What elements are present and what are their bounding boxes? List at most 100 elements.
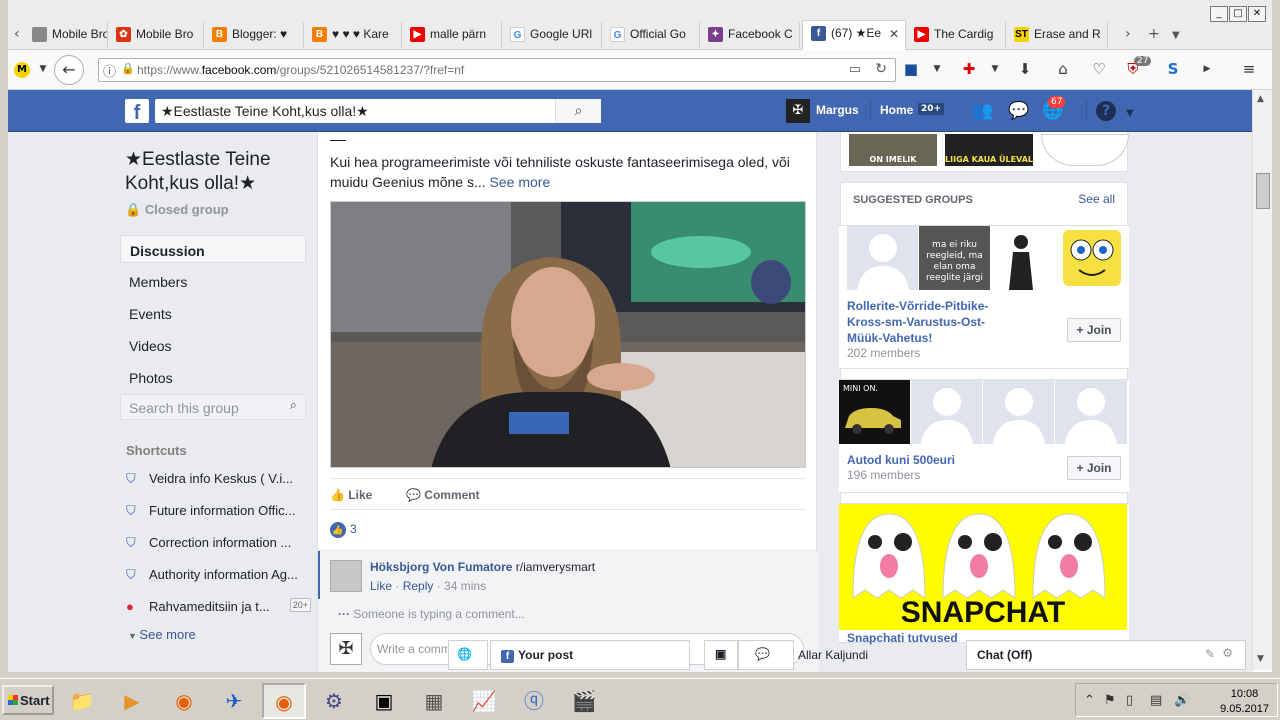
group-search-input[interactable]: Search this group ⌕ bbox=[120, 394, 306, 420]
compose-icon[interactable]: ✎ bbox=[1205, 647, 1215, 661]
device-icon[interactable]: ▯ bbox=[1126, 693, 1133, 708]
scroll-up-icon[interactable]: ▲ bbox=[1257, 94, 1264, 104]
tab-1[interactable]: ✿ Mobile Bro bbox=[108, 22, 204, 48]
messages-icon[interactable]: 💬 bbox=[1008, 101, 1029, 121]
file-explorer-icon[interactable]: 📁 bbox=[60, 683, 104, 719]
firefox-icon[interactable]: ◉ bbox=[162, 683, 206, 719]
nav-photos[interactable]: Photos bbox=[120, 363, 306, 391]
tabs-scroll-right-icon[interactable]: › bbox=[1125, 26, 1131, 42]
vertical-scrollbar[interactable]: ▲ ▼ bbox=[1252, 90, 1272, 670]
photo-thumb[interactable]: ON IMELIK bbox=[849, 134, 937, 166]
reload-icon[interactable]: ↻ bbox=[875, 61, 887, 77]
shortcut-item[interactable]: ⛉ Future information Offic... bbox=[126, 502, 311, 522]
save-icon[interactable]: ■ bbox=[902, 60, 920, 78]
nav-videos[interactable]: Videos bbox=[120, 331, 306, 359]
nav-discussion[interactable]: Discussion bbox=[120, 235, 306, 263]
addon-m-icon[interactable]: M bbox=[14, 62, 30, 78]
privacy-globe-icon[interactable]: 🌐 bbox=[448, 640, 488, 670]
network-icon[interactable]: ▤ bbox=[1150, 693, 1162, 708]
tab-list-icon[interactable]: ▼ bbox=[1172, 30, 1180, 41]
tab-3[interactable]: B ♥ ♥ ♥ Kare bbox=[304, 22, 402, 48]
close-window-button[interactable]: ✕ bbox=[1248, 6, 1266, 22]
tab-5[interactable]: G Google URl bbox=[502, 22, 602, 48]
shortcut-item[interactable]: ⛉ Veidra info Keskus ( V.i... bbox=[126, 470, 311, 490]
media-player-icon[interactable]: ▶ bbox=[110, 683, 154, 719]
tab-0[interactable]: Mobile Bro bbox=[24, 22, 108, 48]
calculator-icon[interactable]: ▦ bbox=[412, 683, 456, 719]
new-tab-icon[interactable]: + bbox=[1148, 26, 1160, 42]
system-clock[interactable]: 10:08 9.05.2017 bbox=[1220, 687, 1269, 717]
tray-expand-icon[interactable]: ⌃ bbox=[1084, 693, 1095, 708]
profile-name-link[interactable]: Margus bbox=[816, 103, 859, 117]
tab-9[interactable]: ▶ The Cardig bbox=[906, 22, 1006, 48]
comment-reply-link[interactable]: Reply bbox=[403, 579, 434, 593]
reader-view-icon[interactable]: ▭ bbox=[849, 62, 861, 77]
youtube-addon-icon[interactable]: ▶ bbox=[1198, 60, 1216, 78]
thunderbird-icon[interactable]: ✈ bbox=[212, 683, 256, 719]
url-bar[interactable]: ⓘ 🔒 https://www.facebook.com/groups/5210… bbox=[98, 58, 896, 82]
facebook-search-input[interactable]: ★Eestlaste Teine Koht,kus olla!★ ⌕ bbox=[155, 99, 601, 123]
tabs-scroll-left-icon[interactable]: ‹ bbox=[14, 26, 20, 42]
start-button[interactable]: Start bbox=[2, 685, 54, 715]
qbittorrent-icon[interactable]: ⓠ bbox=[512, 683, 556, 719]
home-icon[interactable]: ⌂ bbox=[1054, 60, 1072, 78]
see-more-link[interactable]: ▼ See more bbox=[128, 627, 196, 642]
action-center-flag-icon[interactable]: ⚑ bbox=[1104, 693, 1116, 708]
close-tab-icon[interactable]: ✕ bbox=[889, 27, 899, 41]
join-group-button[interactable]: + Join bbox=[1067, 318, 1121, 342]
video-editor-icon[interactable]: 🎬 bbox=[562, 683, 606, 719]
comment-like-link[interactable]: Like bbox=[370, 579, 392, 593]
friend-requests-icon[interactable]: 👥 bbox=[972, 101, 993, 121]
volume-icon[interactable]: 🔊 bbox=[1174, 693, 1190, 708]
like-button[interactable]: 👍 Like bbox=[330, 488, 372, 502]
dropdown-icon[interactable]: ▼ bbox=[34, 60, 52, 78]
tab-2[interactable]: B Blogger: ♥ bbox=[204, 22, 304, 48]
account-menu-icon[interactable]: ▼ bbox=[1126, 104, 1134, 124]
dropdown-icon[interactable]: ▼ bbox=[986, 60, 1004, 78]
likes-summary[interactable]: 👍 3 bbox=[330, 522, 357, 538]
post-photo[interactable] bbox=[330, 201, 806, 468]
tab-7[interactable]: ✦ Facebook C bbox=[700, 22, 800, 48]
group-card[interactable]: ma ei riku reegleid, ma elan oma reeglit… bbox=[839, 225, 1129, 369]
firefox-active-icon[interactable]: ◉ bbox=[262, 683, 306, 719]
group-card[interactable]: MINI ON. Autod kuni 500euri 196 members … bbox=[839, 379, 1129, 493]
shortcut-item[interactable]: ● Rahvameditsiin ja t... 20+ bbox=[126, 598, 311, 618]
tab-4[interactable]: ▶ malle pärn bbox=[402, 22, 502, 48]
addon-cross-icon[interactable]: ✚ bbox=[960, 60, 978, 78]
group-card[interactable]: SNAPCHAT Snapchati tutvused bbox=[839, 503, 1129, 645]
pocket-icon[interactable]: ♡ bbox=[1090, 60, 1108, 78]
see-all-link[interactable]: See all bbox=[1078, 192, 1115, 206]
info-icon[interactable]: ⓘ bbox=[103, 61, 116, 80]
addon-s-icon[interactable]: S bbox=[1164, 60, 1182, 78]
comment-button[interactable]: 💬 Comment bbox=[406, 488, 480, 502]
network-tool-icon[interactable]: ⚙ bbox=[312, 683, 356, 719]
group-title[interactable]: ★Eestlaste Teine Koht,kus olla!★ bbox=[125, 148, 315, 196]
facebook-logo-icon[interactable]: f bbox=[125, 99, 149, 124]
help-icon[interactable]: ? bbox=[1096, 101, 1116, 121]
chat-bubbles-icon[interactable]: 💬 bbox=[738, 640, 794, 670]
chart-tool-icon[interactable]: 📈 bbox=[462, 683, 506, 719]
profile-avatar[interactable]: ✠ bbox=[786, 99, 810, 123]
see-more-link[interactable]: See more bbox=[490, 174, 551, 190]
join-group-button[interactable]: + Join bbox=[1067, 456, 1121, 480]
facebook-page-icon[interactable]: ▣ bbox=[704, 640, 738, 670]
menu-icon[interactable]: ≡ bbox=[1240, 60, 1258, 78]
shortcut-item[interactable]: ⛉ Authority information Ag... bbox=[126, 566, 311, 586]
search-icon[interactable]: ⌕ bbox=[290, 398, 297, 413]
home-link[interactable]: Home bbox=[880, 103, 913, 117]
scrollbar-thumb[interactable] bbox=[1256, 173, 1270, 209]
tab-10[interactable]: ST Erase and R bbox=[1006, 22, 1108, 48]
nav-members[interactable]: Members bbox=[120, 267, 306, 295]
chat-contact-name[interactable]: Allar Kaljundi bbox=[798, 648, 868, 662]
tab-8-active[interactable]: f (67) ★Ee ✕ bbox=[802, 20, 906, 50]
group-name-link[interactable]: Autod kuni 500euri bbox=[847, 452, 1007, 468]
group-name-link[interactable]: Rollerite-Võrride-Pitbike-Kross-sm-Varus… bbox=[847, 298, 1007, 346]
maximize-button[interactable]: □ bbox=[1229, 6, 1247, 22]
back-button[interactable]: ← bbox=[54, 55, 84, 85]
url-text[interactable]: https://www.facebook.com/groups/52102651… bbox=[137, 63, 464, 77]
nav-events[interactable]: Events bbox=[120, 299, 306, 327]
dropdown-icon[interactable]: ▼ bbox=[928, 60, 946, 78]
commenter-avatar[interactable] bbox=[330, 560, 362, 592]
shortcut-item[interactable]: ⛉ Correction information ... bbox=[126, 534, 311, 554]
command-prompt-icon[interactable]: ▣ bbox=[362, 683, 406, 719]
